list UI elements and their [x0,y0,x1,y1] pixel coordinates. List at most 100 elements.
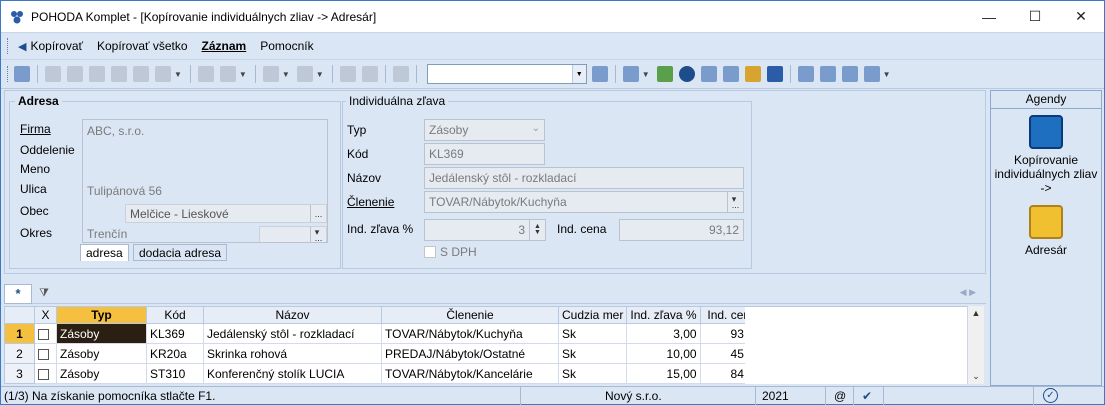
cell-nazov[interactable]: Skrinka rohová [203,343,382,364]
obec-lookup-button[interactable]: ... [310,205,326,222]
cell-typ[interactable]: Zásoby [56,363,147,384]
cell-nazov[interactable]: Jedálenský stôl - rozkladací [203,323,382,344]
help-pointer-icon[interactable] [863,66,880,82]
row-number[interactable]: 1 [4,323,35,344]
kod-field[interactable]: KL369 [424,143,545,165]
nazov-field[interactable]: Jedálenský stôl - rozkladací [424,167,744,189]
new-record-icon[interactable] [45,66,61,82]
maximize-button[interactable]: ☐ [1012,1,1058,32]
tab-adresa[interactable]: adresa [80,244,129,261]
grid-filter-icon[interactable]: ⧩ [32,284,56,304]
chevron-down-icon[interactable]: ▼ [571,65,586,83]
help-icon[interactable] [197,66,214,82]
cell-mena[interactable]: Sk [557,363,628,384]
calculator-icon[interactable] [700,66,717,82]
attach-icon[interactable] [133,66,149,82]
notes-icon[interactable] [841,66,858,82]
folder-icon[interactable] [622,66,639,82]
col-header-zlava[interactable]: Ind. zľava % [626,306,701,324]
table-row[interactable]: 1 Zásoby KL369 Jedálenský stôl - rozklad… [4,323,765,344]
cell-kod[interactable]: ST310 [146,363,204,384]
psc-field[interactable] [87,204,125,222]
col-header-typ[interactable]: Typ [56,306,147,324]
row-number-header[interactable] [4,306,35,324]
col-header-mena[interactable]: Cudzia mer [557,306,628,324]
cell-clenenie[interactable]: PREDAJ/Nábytok/Ostatné [381,343,559,364]
spinner-arrows-icon[interactable]: ▲ ▼ [529,220,545,240]
row-checkbox[interactable] [38,328,49,340]
email-icon[interactable]: @ [826,387,854,405]
back-icon[interactable] [262,66,279,82]
cell-kod[interactable]: KL369 [146,323,204,344]
s-dph-checkbox[interactable] [424,246,436,258]
cell-zlava[interactable]: 15,00 [626,363,701,384]
scroll-up-icon[interactable]: ▲ [972,308,981,318]
typ-select[interactable]: Zásoby ⌄ [424,119,545,141]
row-checkbox-cell[interactable] [34,323,57,344]
clipboard-icon[interactable] [392,66,409,82]
row-checkbox[interactable] [38,368,49,380]
row-checkbox-cell[interactable] [34,343,57,364]
copy-record-icon[interactable] [67,66,83,82]
row-number[interactable]: 3 [4,363,35,384]
print-preview-icon[interactable] [89,66,105,82]
cell-clenenie[interactable]: TOVAR/Nábytok/Kuchyňa [381,323,559,344]
menu-kopirovat[interactable]: ◀ Kopírovať [11,39,90,53]
ind-cena-field[interactable]: 93,12 [619,219,744,241]
minimize-button[interactable]: — [966,1,1012,32]
tools-dropdown-icon[interactable]: ▼ [239,70,247,79]
grid-scrollbar[interactable]: ▲ ⌄ [967,306,984,384]
cell-typ[interactable]: Zásoby [56,343,147,364]
col-header-nazov[interactable]: Názov [203,306,382,324]
agenda-kopirovanie[interactable]: Kopírovanie individuálnych zliav -> [991,115,1101,195]
form-view-icon[interactable] [14,66,30,82]
obec-field[interactable]: Melčice - Lieskové ... [125,204,327,223]
cell-zlava[interactable]: 3,00 [626,323,701,344]
sync-status-icon[interactable]: ✓ [1043,388,1058,403]
list-icon[interactable] [819,66,836,82]
row-checkbox-cell[interactable] [34,363,57,384]
check-icon[interactable]: ✔ [854,387,884,405]
grid-tab-scroll-icon[interactable]: ◀ ▶ [960,287,976,298]
quick-search-combo[interactable]: ▼ [426,64,587,84]
print-dropdown-icon[interactable]: ▼ [174,70,182,79]
export-icon[interactable] [111,66,127,82]
ind-zlava-spinner[interactable]: 3 ▲ ▼ [424,219,546,241]
table-row[interactable]: 3 Zásoby ST310 Konferenčný stolík LUCIA … [4,363,765,384]
row-checkbox[interactable] [38,348,49,360]
coins-icon[interactable] [744,66,761,82]
iban-icon[interactable] [766,66,783,82]
tools-icon[interactable] [219,66,236,82]
tab-dodacia-adresa[interactable]: dodacia adresa [133,244,228,261]
clenenie-dropdown-button[interactable]: ▾... [727,192,743,212]
grid-tab-all[interactable]: * [4,283,32,304]
forward-dropdown-icon[interactable]: ▼ [316,70,324,79]
folder-dropdown-icon[interactable]: ▼ [642,70,650,79]
back-dropdown-icon[interactable]: ▼ [282,70,290,79]
print-icon[interactable] [155,66,171,82]
cell-clenenie[interactable]: TOVAR/Nábytok/Kancelárie [381,363,559,384]
save-icon[interactable] [339,66,356,82]
cell-mena[interactable]: Sk [557,343,628,364]
forward-icon[interactable] [296,66,313,82]
col-header-clenenie[interactable]: Členenie [381,306,559,324]
cancel-edit-icon[interactable] [361,66,378,82]
cell-mena[interactable]: Sk [557,323,628,344]
row-number[interactable]: 2 [4,343,35,364]
calendar-icon[interactable] [722,66,739,82]
table-row[interactable]: 2 Zásoby KR20a Skrinka rohová PREDAJ/Náb… [4,343,765,364]
cell-kod[interactable]: KR20a [146,343,204,364]
clenenie-select[interactable]: TOVAR/Nábytok/Kuchyňa ▾... [424,191,744,213]
cell-zlava[interactable]: 10,00 [626,343,701,364]
menu-kopirovat-vsetko[interactable]: Kopírovať všetko [90,39,195,53]
euro-icon[interactable] [678,66,695,82]
message-icon[interactable] [797,66,814,82]
scroll-down-icon[interactable]: ⌄ [972,371,980,382]
okres-dropdown-button[interactable]: ▾... [310,227,326,242]
filter-icon[interactable] [591,66,608,82]
help-dropdown-icon[interactable]: ▼ [883,70,891,79]
cell-typ[interactable]: Zásoby [56,323,147,344]
money-icon[interactable] [656,66,673,82]
col-header-kod[interactable]: Kód [146,306,204,324]
menu-zaznam[interactable]: Záznam [195,39,254,53]
